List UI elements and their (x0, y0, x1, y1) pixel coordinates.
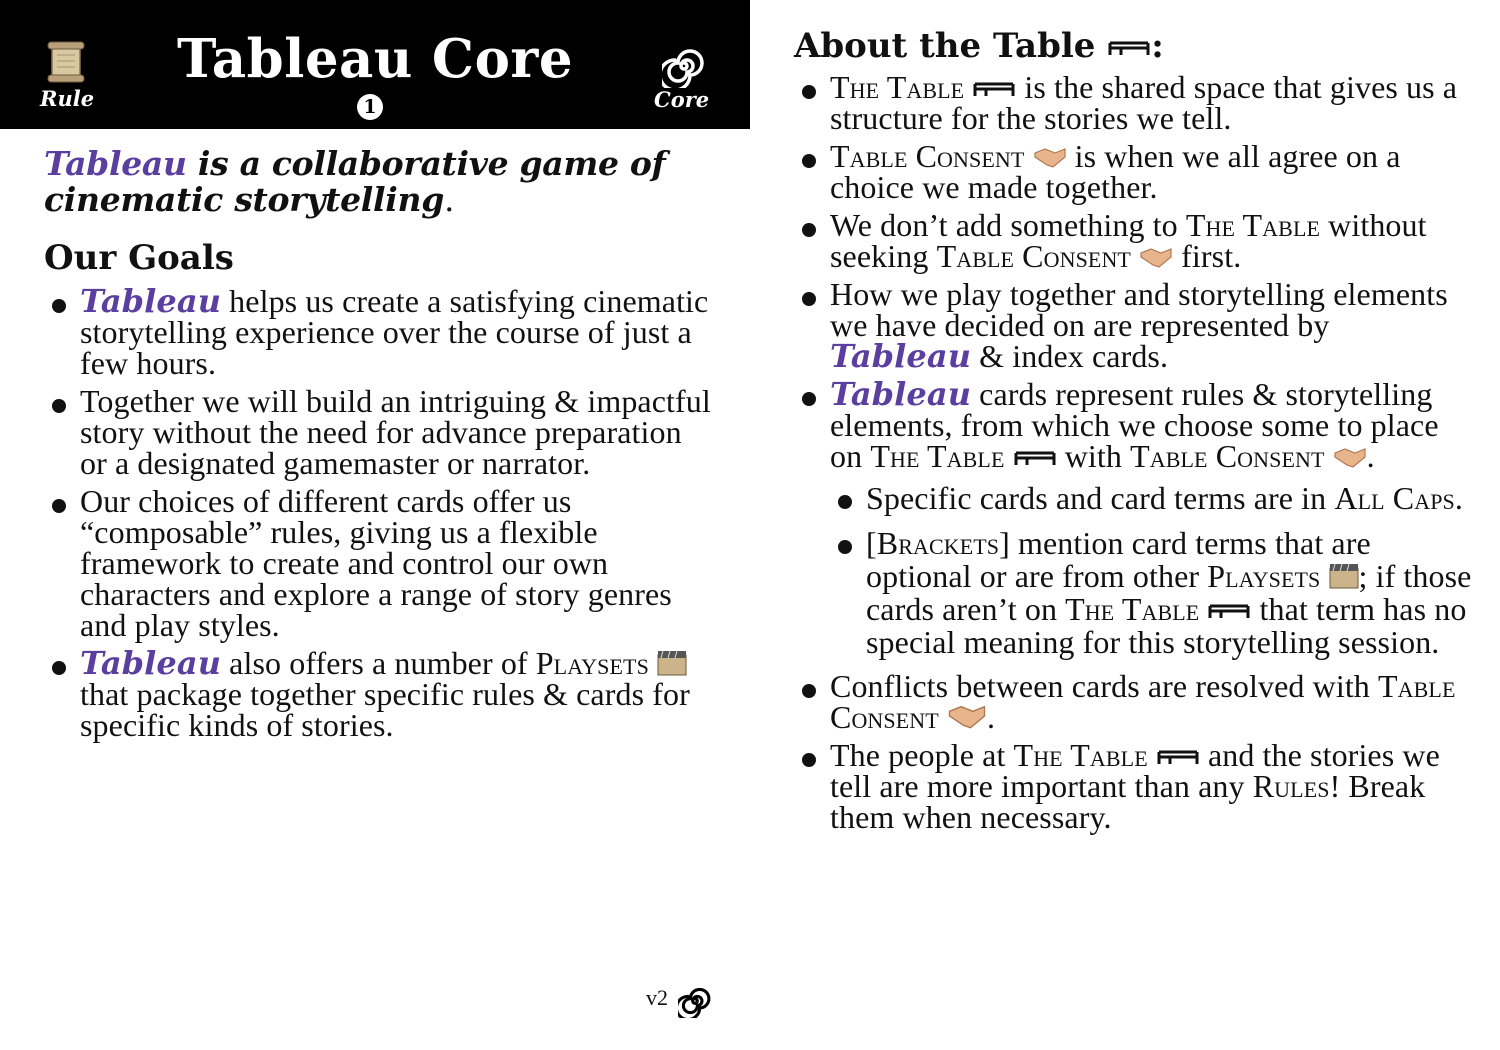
list-item: How we play together and storytelling el… (794, 278, 1474, 372)
sub-list-item: Specific cards and card terms are in All… (830, 482, 1474, 515)
table-rules-list: The Table is the shared space that gives… (794, 71, 1474, 833)
table-icon (1157, 750, 1199, 764)
list-item: Tableau cards represent rules & storytel… (794, 378, 1474, 659)
card-number-badge: 1 (357, 94, 383, 120)
list-item: Together we will build an intriguing & i… (44, 385, 714, 479)
list-item: Tableau helps us create a satisfying cin… (44, 285, 714, 379)
core-label: Core (654, 87, 710, 112)
version-label: v2 (646, 985, 668, 1010)
handshake-icon (1140, 248, 1172, 268)
film-box-icon (657, 650, 687, 676)
handshake-icon (948, 705, 986, 729)
list-item: The people at The Table and the stories … (794, 739, 1474, 833)
card-title: Tableau Core (176, 28, 574, 90)
right-column: About the Table : The Table is the share… (794, 26, 1474, 840)
goals-heading: Our Goals (44, 238, 234, 278)
list-item: We don’t add something to The Table with… (794, 209, 1474, 272)
goals-list: Tableau helps us create a satisfying cin… (44, 285, 714, 741)
table-icon (973, 82, 1015, 96)
left-column: Tableau is a collaborative game of cinem… (44, 146, 714, 748)
brand-name: Tableau (44, 144, 187, 183)
handshake-icon (1334, 448, 1366, 468)
table-icon (1014, 451, 1056, 465)
list-item: Table Consent is when we all agree on a … (794, 140, 1474, 203)
sub-list: Specific cards and card terms are in All… (830, 482, 1474, 659)
list-item: Tableau also offers a number of Playsets… (44, 647, 714, 741)
table-heading: About the Table : (794, 26, 1164, 66)
intro-text: Tableau is a collaborative game of cinem… (44, 144, 666, 219)
list-item: Our choices of different cards offer us … (44, 485, 714, 641)
film-box-icon (1329, 563, 1358, 589)
table-icon (1208, 604, 1250, 618)
list-item: Conflicts between cards are resolved wit… (794, 670, 1474, 733)
spiral-icon (678, 987, 711, 1018)
sub-list-item: [Brackets] mention card terms that are o… (830, 527, 1474, 659)
handshake-icon (1033, 148, 1066, 168)
table-icon (1108, 41, 1150, 55)
list-item: The Table is the shared space that gives… (794, 71, 1474, 134)
spiral-icon (662, 49, 704, 88)
card-header: Rule Tableau Core 1 Core (0, 0, 750, 129)
